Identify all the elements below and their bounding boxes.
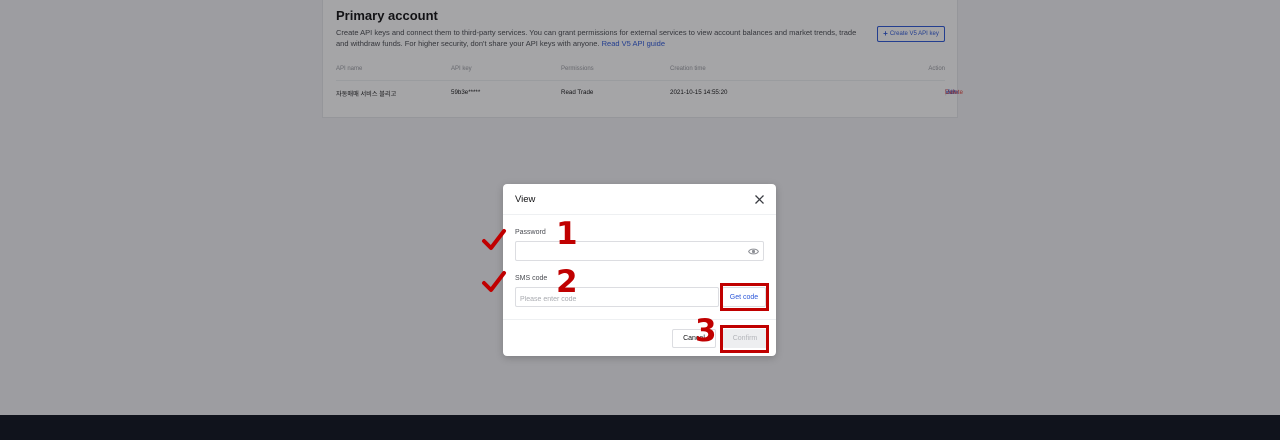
get-code-highlight-box: [720, 283, 769, 311]
password-label: Password: [515, 229, 546, 236]
sms-field-wrapper: [515, 287, 719, 309]
password-field-wrapper: [515, 241, 764, 263]
checkmark-icon: [482, 229, 506, 250]
step-number-1: 1: [556, 216, 578, 252]
sms-code-input[interactable]: [516, 290, 718, 309]
confirm-highlight-box: [720, 325, 769, 353]
step-number-3: 3: [695, 313, 717, 349]
eye-icon[interactable]: [748, 247, 759, 256]
dialog-footer-divider: [503, 319, 776, 320]
dialog-header: View: [503, 184, 776, 215]
step-number-2: 2: [556, 264, 578, 300]
sms-code-label: SMS code: [515, 275, 548, 282]
dialog-title: View: [515, 194, 536, 205]
checkmark-icon: [482, 271, 506, 292]
password-input[interactable]: [516, 244, 763, 263]
close-icon[interactable]: [753, 193, 766, 206]
page-footer: [0, 415, 1280, 440]
